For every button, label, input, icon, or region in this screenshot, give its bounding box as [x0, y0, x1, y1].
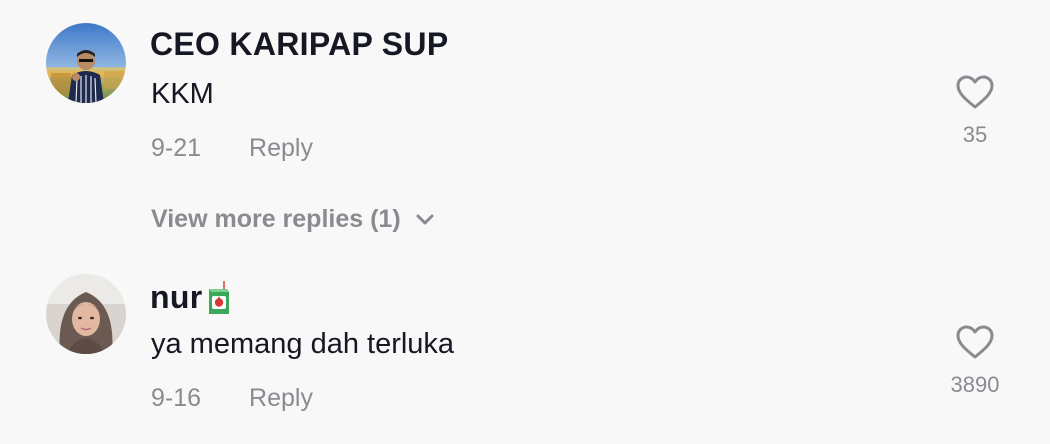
comment-date: 9-21: [151, 134, 202, 162]
comment-text: KKM: [151, 78, 214, 110]
comment-item: CEO KARIPAP SUP KKM 9-21 Reply View more…: [0, 0, 1050, 260]
comment-meta: 9-16 Reply: [151, 384, 313, 413]
like-count: 35: [962, 122, 988, 147]
comment-item: nur ya memang dah terluka 9-16 Reply 389…: [0, 262, 1050, 444]
comment-date: 9-16: [151, 384, 202, 412]
view-more-replies-button[interactable]: View more replies (1): [151, 205, 435, 234]
like-control: 3890: [940, 324, 1010, 398]
juice-box-icon: [206, 280, 232, 315]
comment-meta: 9-21 Reply: [151, 134, 313, 163]
heart-icon[interactable]: [955, 324, 995, 360]
comment-text: ya memang dah terluka: [151, 328, 455, 360]
view-more-replies-label: View more replies (1): [151, 205, 401, 233]
reply-button[interactable]: Reply: [249, 134, 313, 163]
username[interactable]: CEO KARIPAP SUP: [150, 26, 448, 63]
avatar[interactable]: [46, 274, 126, 354]
avatar[interactable]: [46, 23, 126, 103]
username-text: CEO KARIPAP SUP: [150, 26, 449, 62]
chevron-down-icon: [415, 213, 435, 227]
like-count: 3890: [950, 372, 1000, 397]
like-control: 35: [940, 74, 1010, 148]
reply-button[interactable]: Reply: [249, 384, 313, 413]
heart-icon[interactable]: [955, 74, 995, 110]
username[interactable]: nur: [150, 279, 232, 316]
username-text: nur: [150, 279, 203, 315]
